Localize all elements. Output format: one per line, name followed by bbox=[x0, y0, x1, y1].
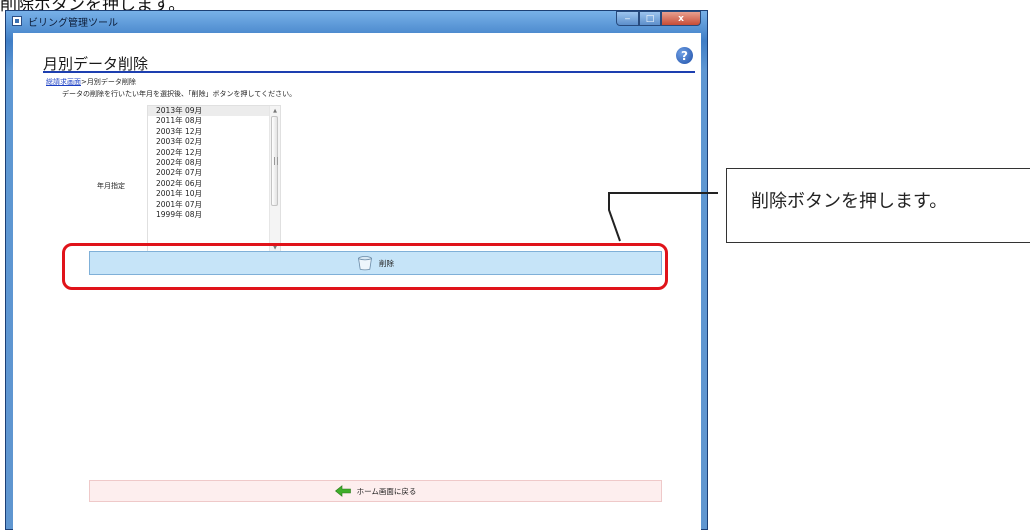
callout-text: 削除ボタンを押します。 bbox=[751, 191, 948, 212]
callout-box: 削除ボタンを押します。 bbox=[726, 168, 1030, 243]
callout-connector bbox=[608, 192, 718, 242]
